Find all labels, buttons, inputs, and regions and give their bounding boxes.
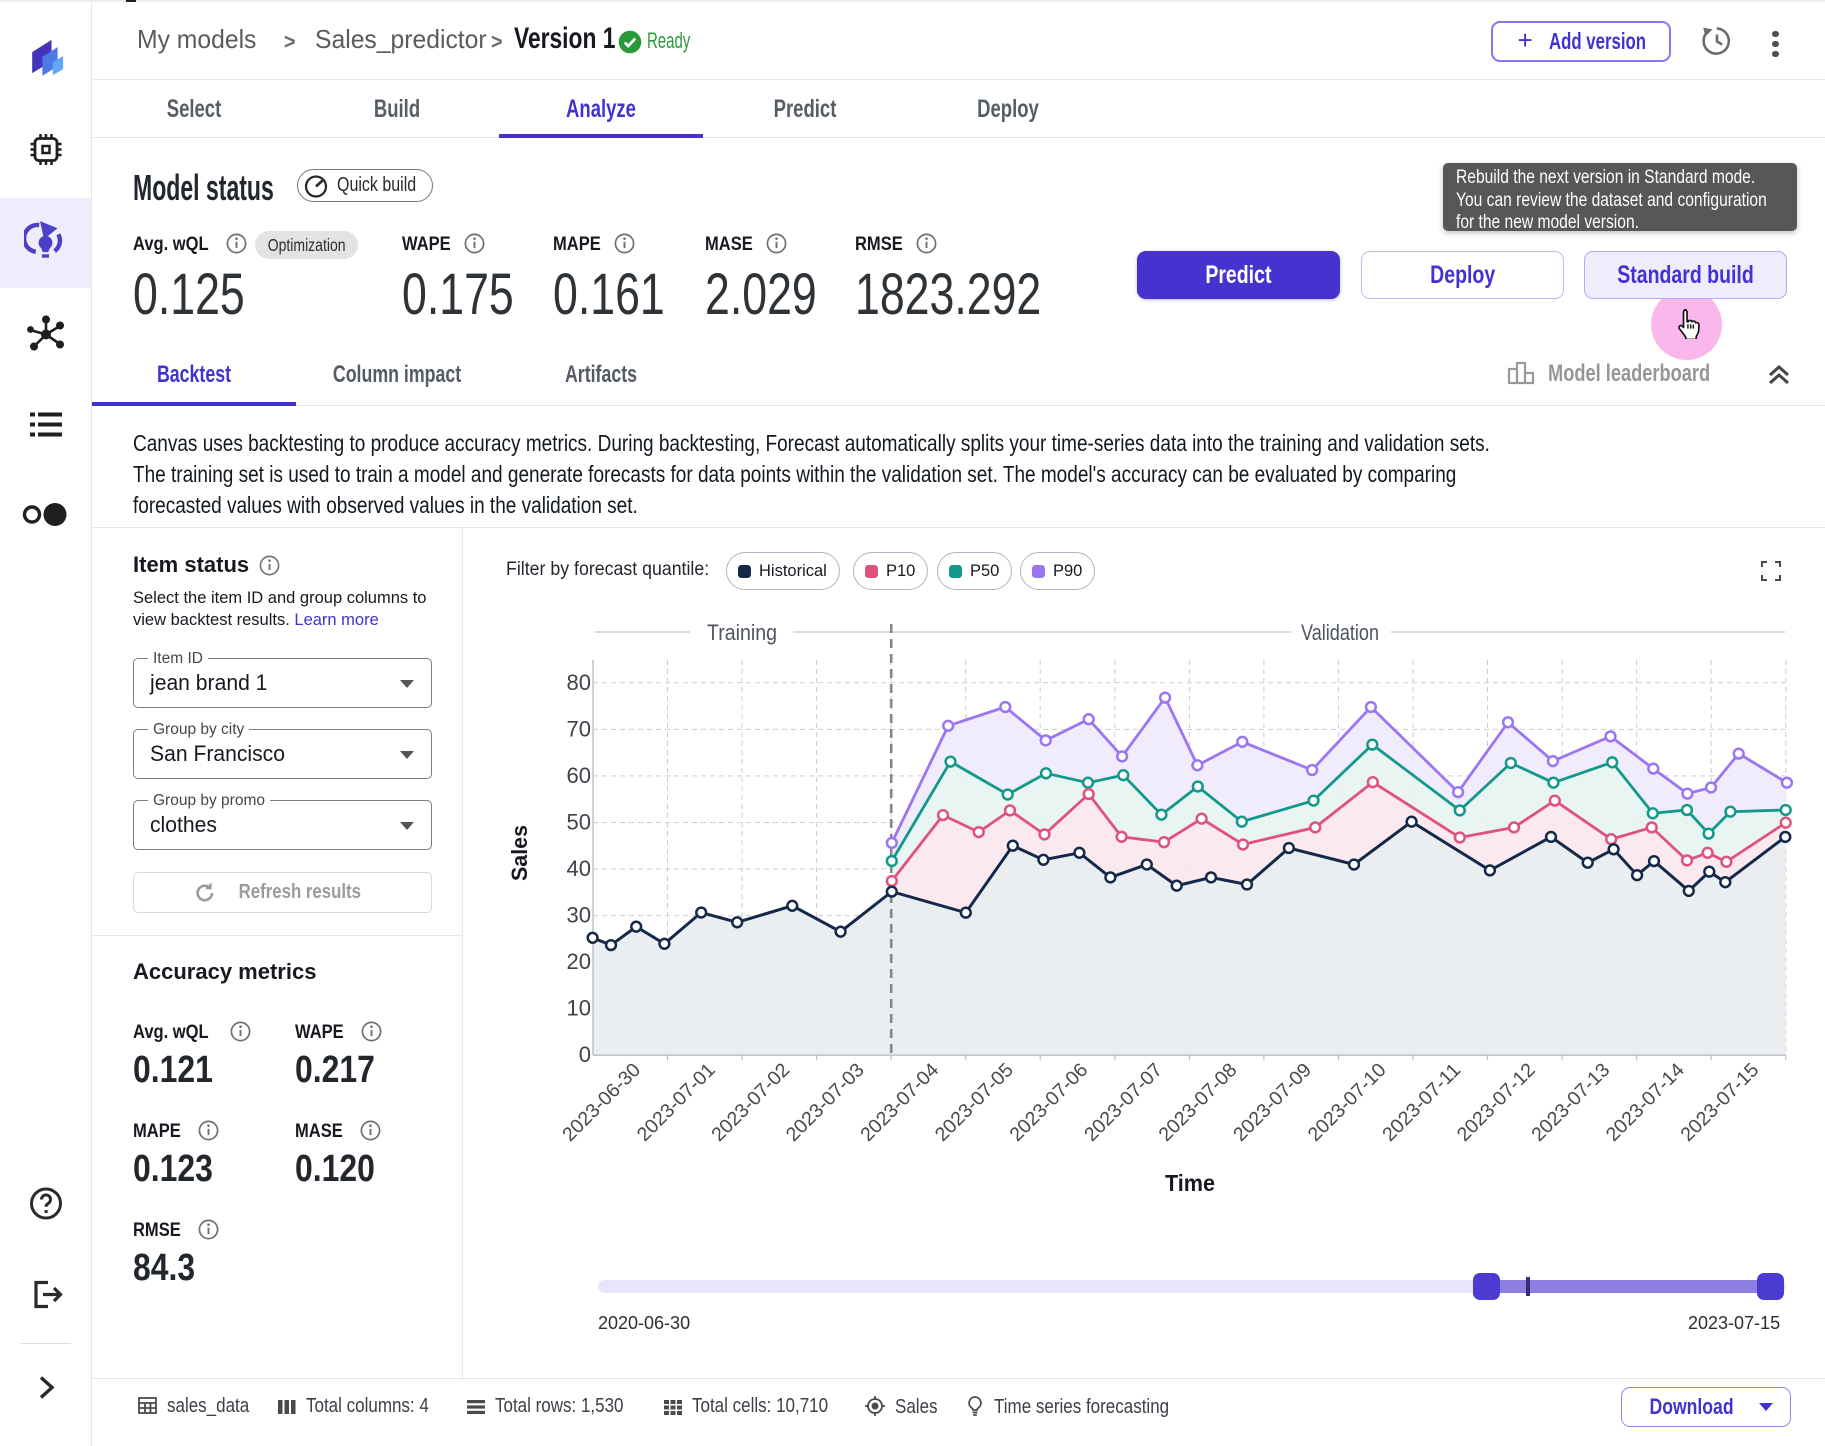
svg-text:2023-07-07: 2023-07-07 [1080,1059,1167,1146]
svg-text:10: 10 [567,996,591,1021]
svg-text:80: 80 [567,670,591,695]
svg-text:Sales: Sales [507,825,532,881]
svg-text:2023-07-11: 2023-07-11 [1378,1059,1465,1146]
svg-text:2023-07-02: 2023-07-02 [707,1059,794,1146]
svg-text:2023-07-14: 2023-07-14 [1602,1059,1689,1146]
svg-text:40: 40 [567,856,591,881]
svg-text:2023-07-10: 2023-07-10 [1304,1059,1391,1146]
svg-text:2023-07-03: 2023-07-03 [782,1059,869,1146]
svg-text:70: 70 [567,716,591,741]
svg-text:2023-06-30: 2023-06-30 [558,1059,645,1146]
svg-text:0: 0 [579,1042,591,1067]
svg-text:30: 30 [567,903,591,928]
svg-text:2023-07-01: 2023-07-01 [633,1059,720,1146]
svg-text:Time: Time [1165,1170,1215,1196]
svg-text:2023-07-15: 2023-07-15 [1676,1059,1763,1146]
svg-text:2023-07-13: 2023-07-13 [1527,1059,1614,1146]
svg-text:2023-07-04: 2023-07-04 [856,1059,943,1146]
svg-text:Validation: Validation [1301,620,1379,645]
svg-text:2023-07-09: 2023-07-09 [1229,1059,1316,1146]
svg-text:2023-07-08: 2023-07-08 [1154,1059,1241,1146]
svg-text:20: 20 [567,949,591,974]
svg-text:2023-07-05: 2023-07-05 [931,1059,1018,1146]
svg-text:50: 50 [567,810,591,835]
svg-text:2023-07-06: 2023-07-06 [1005,1059,1092,1146]
svg-text:2023-07-12: 2023-07-12 [1453,1059,1540,1146]
svg-text:Training: Training [707,620,777,645]
svg-text:60: 60 [567,763,591,788]
